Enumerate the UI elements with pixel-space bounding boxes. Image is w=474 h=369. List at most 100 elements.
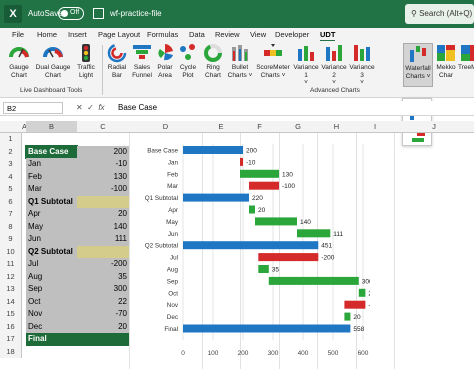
row-header[interactable]: 9 (0, 233, 22, 246)
tab-review[interactable]: Review (215, 30, 240, 39)
dual-gauge-chart-button[interactable]: Dual Gauge Chart (34, 43, 72, 79)
cell-value[interactable] (77, 333, 129, 346)
cell-label[interactable]: Q1 Subtotal (26, 195, 77, 208)
row-header[interactable]: 1 (0, 133, 22, 146)
cell-value[interactable]: -200 (77, 258, 129, 271)
waterfall-chart[interactable]: 0 100 200 300 400 500 600 200 Base Case -10 Jan 130… (140, 140, 370, 358)
cell-value[interactable]: 20 (77, 320, 129, 333)
cell-value[interactable] (77, 245, 129, 258)
cell-label[interactable]: Nov (26, 308, 77, 321)
cell-value[interactable]: 140 (77, 220, 129, 233)
mekko-chart-button[interactable]: Mekko Char (435, 43, 457, 79)
cell-label[interactable]: Oct (26, 295, 77, 308)
row-header[interactable]: 4 (0, 170, 22, 183)
cell-label[interactable]: Apr (26, 208, 77, 221)
name-box[interactable]: B2 (3, 102, 63, 114)
cell-label[interactable]: Sep (26, 283, 77, 296)
row-header[interactable]: 12 (0, 270, 22, 283)
cell-label[interactable]: Q2 Subtotal (26, 245, 77, 258)
enter-icon[interactable]: ✓ (87, 103, 94, 112)
cell-value[interactable]: 300 (77, 283, 129, 296)
cell-value[interactable]: 22 (77, 295, 129, 308)
button-label: ˅ (360, 79, 364, 86)
radial-bar-button[interactable]: Radial Bar (104, 43, 130, 79)
cell-label[interactable]: Feb (26, 170, 77, 183)
tab-view[interactable]: View (250, 30, 266, 39)
row-header[interactable]: 13 (0, 283, 22, 296)
treemap-button[interactable]: TreeM (458, 43, 474, 72)
cell-value[interactable]: -100 (77, 183, 129, 196)
cell-value[interactable]: -70 (77, 308, 129, 321)
cell-label[interactable]: Final (26, 333, 77, 346)
column-header-b[interactable]: B (26, 121, 77, 133)
cell-label[interactable]: Dec (26, 320, 77, 333)
row-header[interactable]: 18 (0, 345, 22, 358)
tab-data[interactable]: Data (189, 30, 205, 39)
tab-page-layout[interactable]: Page Layout (98, 30, 140, 39)
column-header-d[interactable]: D (129, 121, 202, 133)
category-label: Feb (167, 171, 178, 178)
variance-3-button[interactable]: Variance 3 ˅ (348, 43, 376, 87)
traffic-light-button[interactable]: Traffic Light (73, 43, 99, 79)
row-header[interactable]: 15 (0, 308, 22, 321)
column-header-e[interactable]: E (202, 121, 240, 133)
tab-formulas[interactable]: Formulas (147, 30, 178, 39)
gauge-chart-button[interactable]: Gauge Chart (4, 43, 34, 79)
cell-label[interactable]: Jan (26, 158, 77, 171)
row-header[interactable]: 5 (0, 183, 22, 196)
row-header[interactable]: 6 (0, 195, 22, 208)
ring-chart-button[interactable]: Ring Chart (202, 43, 224, 79)
column-header-g[interactable]: G (279, 121, 317, 133)
row-header[interactable]: 3 (0, 158, 22, 171)
tab-file[interactable]: File (12, 30, 24, 39)
row-header[interactable]: 16 (0, 320, 22, 333)
scoremeter-charts-button[interactable]: ScoreMeter Charts ˅ (254, 43, 292, 79)
bullet-charts-button[interactable]: Bullet Charts ˅ (227, 43, 253, 79)
cell-value[interactable]: 130 (77, 170, 129, 183)
cell-value[interactable]: 111 (77, 233, 129, 246)
cancel-icon[interactable]: ✕ (76, 103, 83, 112)
cell-label[interactable]: Jun (26, 233, 77, 246)
column-header-i[interactable]: I (356, 121, 394, 133)
tab-developer[interactable]: Developer (275, 30, 309, 39)
cell-label[interactable]: Aug (26, 270, 77, 283)
cell-label[interactable]: Mar (26, 183, 77, 196)
polar-area-button[interactable]: Polar Area (155, 43, 175, 79)
tab-insert[interactable]: Insert (68, 30, 87, 39)
cell-value[interactable] (77, 195, 129, 208)
row-header[interactable]: 10 (0, 245, 22, 258)
save-icon[interactable] (93, 8, 104, 19)
formula-input[interactable]: Base Case (118, 103, 157, 112)
row-header[interactable]: 11 (0, 258, 22, 271)
sales-funnel-button[interactable]: Sales Funnel (130, 43, 154, 79)
row-header[interactable]: 7 (0, 208, 22, 221)
row-header[interactable]: 17 (0, 333, 22, 346)
waterfall-bar (183, 324, 351, 333)
cell-value[interactable]: 35 (77, 270, 129, 283)
column-header-c[interactable]: C (77, 121, 129, 133)
column-header-h[interactable]: H (317, 121, 356, 133)
button-label: Chart (205, 71, 221, 79)
cycle-plot-button[interactable]: Cycle Plot (178, 43, 198, 79)
cell-value[interactable]: -10 (77, 158, 129, 171)
tab-home[interactable]: Home (37, 30, 57, 39)
variance-2-button[interactable]: Variance 2 ˅ (320, 43, 348, 87)
column-header-f[interactable]: F (240, 121, 279, 133)
category-label: Base Case (147, 148, 178, 155)
fx-icon[interactable]: fx (98, 103, 104, 112)
column-header-j[interactable]: J (394, 121, 474, 133)
row-header[interactable]: 14 (0, 295, 22, 308)
row-header[interactable]: 8 (0, 220, 22, 233)
row-header[interactable]: 2 (0, 145, 22, 158)
waterfall-charts-button[interactable]: Waterfall Charts ˅ (403, 43, 433, 87)
cell-label[interactable]: Base Case (25, 144, 78, 159)
cell-label[interactable]: Jul (26, 258, 77, 271)
variance-1-button[interactable]: Variance 1 ˅ (292, 43, 320, 87)
cell-value[interactable]: 200 (77, 145, 129, 158)
data-label: 22 (368, 290, 370, 297)
cell-value[interactable]: 20 (77, 208, 129, 221)
select-all-corner[interactable] (0, 121, 22, 133)
cell-label[interactable]: May (26, 220, 77, 233)
autosave-toggle[interactable]: Off (58, 7, 84, 20)
search-box[interactable]: ⚲ Search (Alt+Q) (405, 4, 474, 24)
